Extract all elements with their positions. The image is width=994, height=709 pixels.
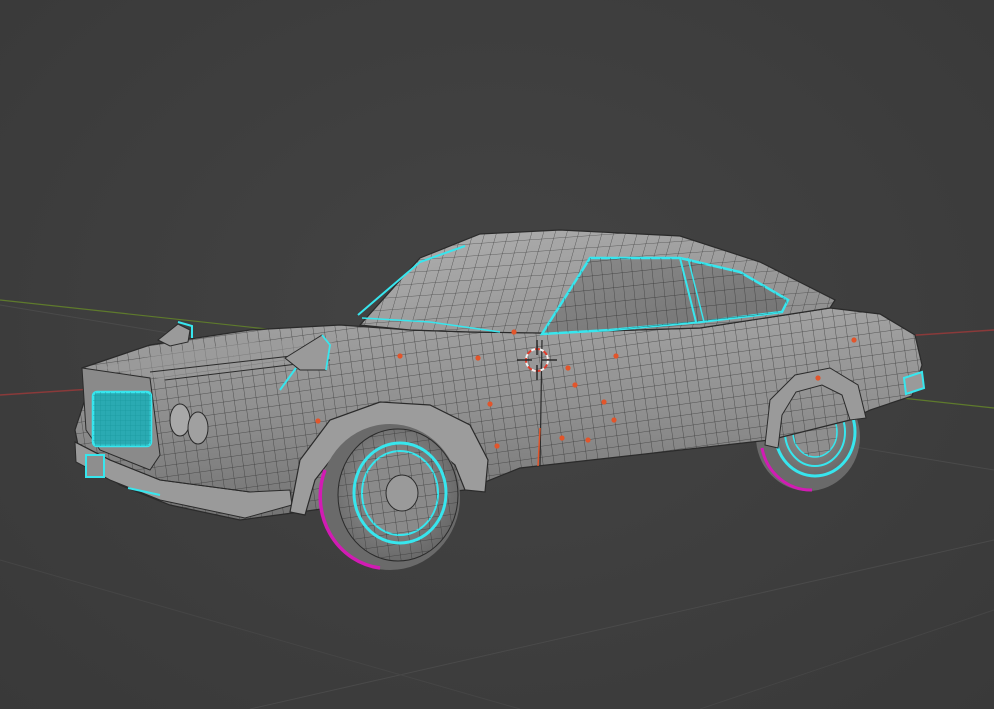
viewport-scene [0, 220, 994, 709]
front-wheel[interactable] [318, 424, 460, 570]
side-mirror-left[interactable] [157, 321, 193, 347]
license-plate [85, 454, 105, 478]
3d-viewport[interactable] [0, 0, 994, 709]
car-mesh[interactable] [60, 220, 940, 570]
